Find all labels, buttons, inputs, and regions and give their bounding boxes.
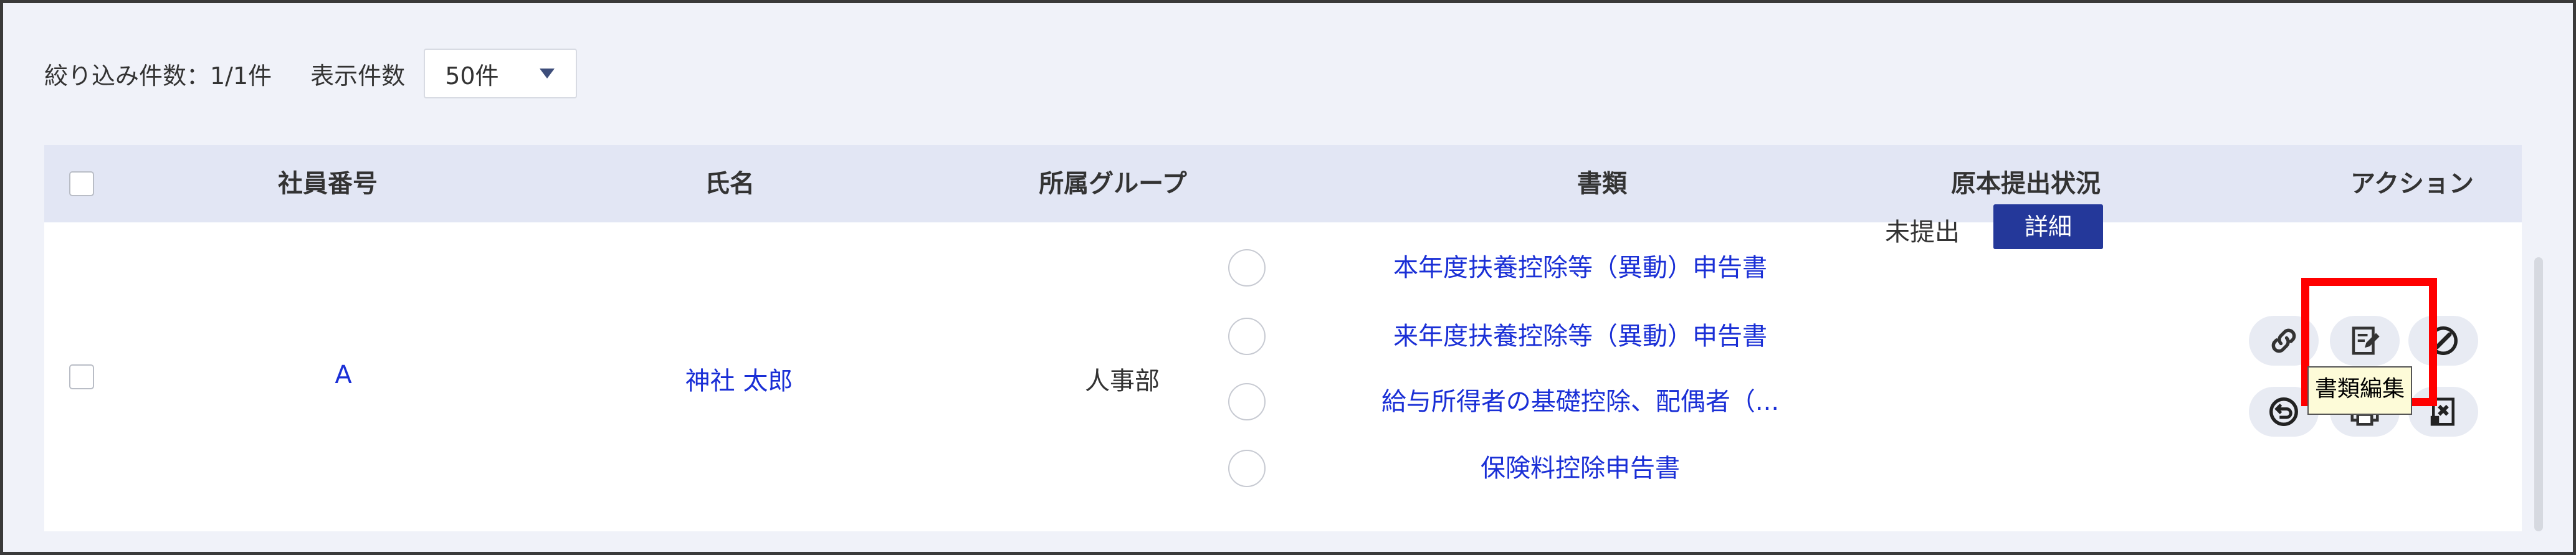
document-item: 本年度扶養控除等（異動）申告書: [1228, 249, 1864, 287]
filter-count: 絞り込み件数：1/1件: [44, 62, 272, 90]
header-documents: 書類: [1577, 169, 1627, 198]
document-radio[interactable]: [1228, 383, 1266, 420]
delete-document-icon: [2430, 397, 2454, 426]
delete-document-button[interactable]: [2408, 387, 2478, 437]
document-link[interactable]: 本年度扶養控除等（異動）申告書: [1297, 249, 1864, 287]
app-frame: 絞り込み件数：1/1件 表示件数 50件 社員番号 氏名 所属グループ 書類 原…: [0, 0, 2576, 555]
edit-document-tooltip: 書類編集: [2307, 366, 2413, 415]
employee-table: 社員番号 氏名 所属グループ 書類 原本提出状況 アクション A 神社 太郎 人…: [44, 145, 2522, 531]
row-checkbox[interactable]: [69, 364, 94, 389]
document-item: 給与所得者の基礎控除、配偶者（...: [1228, 383, 1864, 420]
document-item: 保険料控除申告書: [1228, 450, 1864, 487]
per-page-value: 50件: [445, 62, 499, 90]
document-item: 来年度扶養控除等（異動）申告書: [1228, 318, 1864, 355]
select-all-checkbox[interactable]: [69, 171, 94, 196]
vertical-scrollbar[interactable]: [2534, 257, 2543, 531]
cancel-icon: [2429, 326, 2458, 355]
detail-button[interactable]: 詳細: [1993, 204, 2103, 249]
header-name[interactable]: 氏名: [618, 145, 842, 222]
header-employee-number[interactable]: 社員番号: [250, 145, 406, 222]
document-radio[interactable]: [1228, 318, 1266, 355]
document-radio[interactable]: [1228, 450, 1266, 487]
document-link[interactable]: 給与所得者の基礎控除、配偶者（...: [1297, 383, 1864, 420]
per-page-select[interactable]: 50件: [424, 49, 578, 98]
cancel-button[interactable]: [2408, 316, 2478, 366]
table-header: 社員番号 氏名 所属グループ 書類 原本提出状況 アクション: [44, 145, 2522, 222]
link-icon: [2271, 328, 2296, 353]
original-status-text: 未提出: [1885, 218, 1960, 247]
edit-document-button[interactable]: [2330, 316, 2400, 366]
list-toolbar: 絞り込み件数：1/1件 表示件数 50件: [44, 49, 578, 98]
header-group[interactable]: 所属グループ: [973, 145, 1253, 222]
link-button[interactable]: [2249, 316, 2319, 366]
document-radio[interactable]: [1228, 249, 1266, 287]
document-link[interactable]: 保険料控除申告書: [1297, 450, 1864, 487]
caret-down-icon: [540, 69, 555, 78]
employee-number-link[interactable]: A: [250, 361, 437, 389]
edit-document-icon: [2352, 326, 2380, 355]
undo-icon: [2269, 397, 2298, 426]
table-row: A 神社 太郎 人事部 本年度扶養控除等（異動）申告書 来年度扶養控除等（異動）…: [44, 222, 2522, 531]
per-page-label: 表示件数: [310, 62, 406, 90]
header-action: アクション: [2350, 169, 2474, 198]
employee-name-link[interactable]: 神社 太郎: [605, 361, 873, 397]
document-link[interactable]: 来年度扶養控除等（異動）申告書: [1297, 318, 1864, 355]
